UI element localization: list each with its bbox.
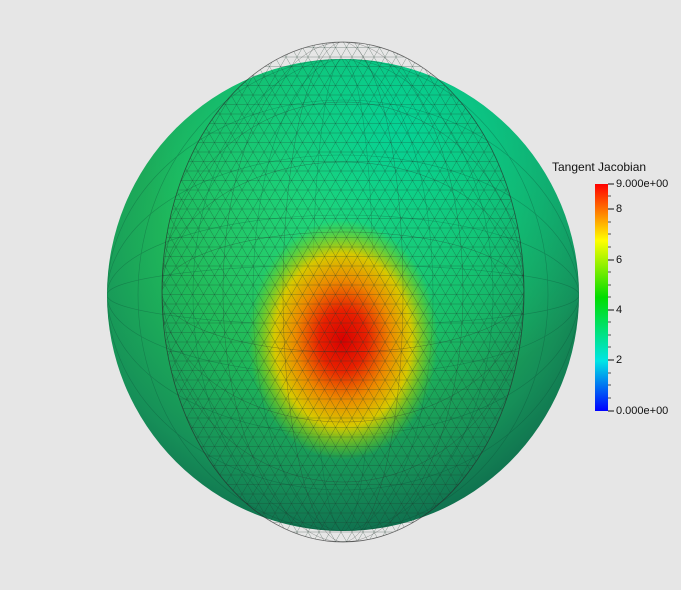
colorbar-title: Tangent Jacobian [552, 160, 647, 174]
wireframe-mesh [161, 41, 525, 543]
colorbar-tick-label: 6 [616, 254, 623, 266]
colorbar-gradient [595, 184, 608, 411]
colorbar-max-label: 9.000e+00 [616, 178, 669, 190]
colorbar-minor-ticks [608, 195, 611, 399]
colorbar-tick-label: 4 [616, 304, 623, 316]
colorbar-tick-label: 8 [616, 203, 623, 215]
colorbar-min-label: 0.000e+00 [616, 405, 669, 417]
render-viewport[interactable] [0, 0, 681, 590]
colorbar-ticks [608, 183, 614, 412]
colorbar-tick-label: 2 [616, 354, 623, 366]
